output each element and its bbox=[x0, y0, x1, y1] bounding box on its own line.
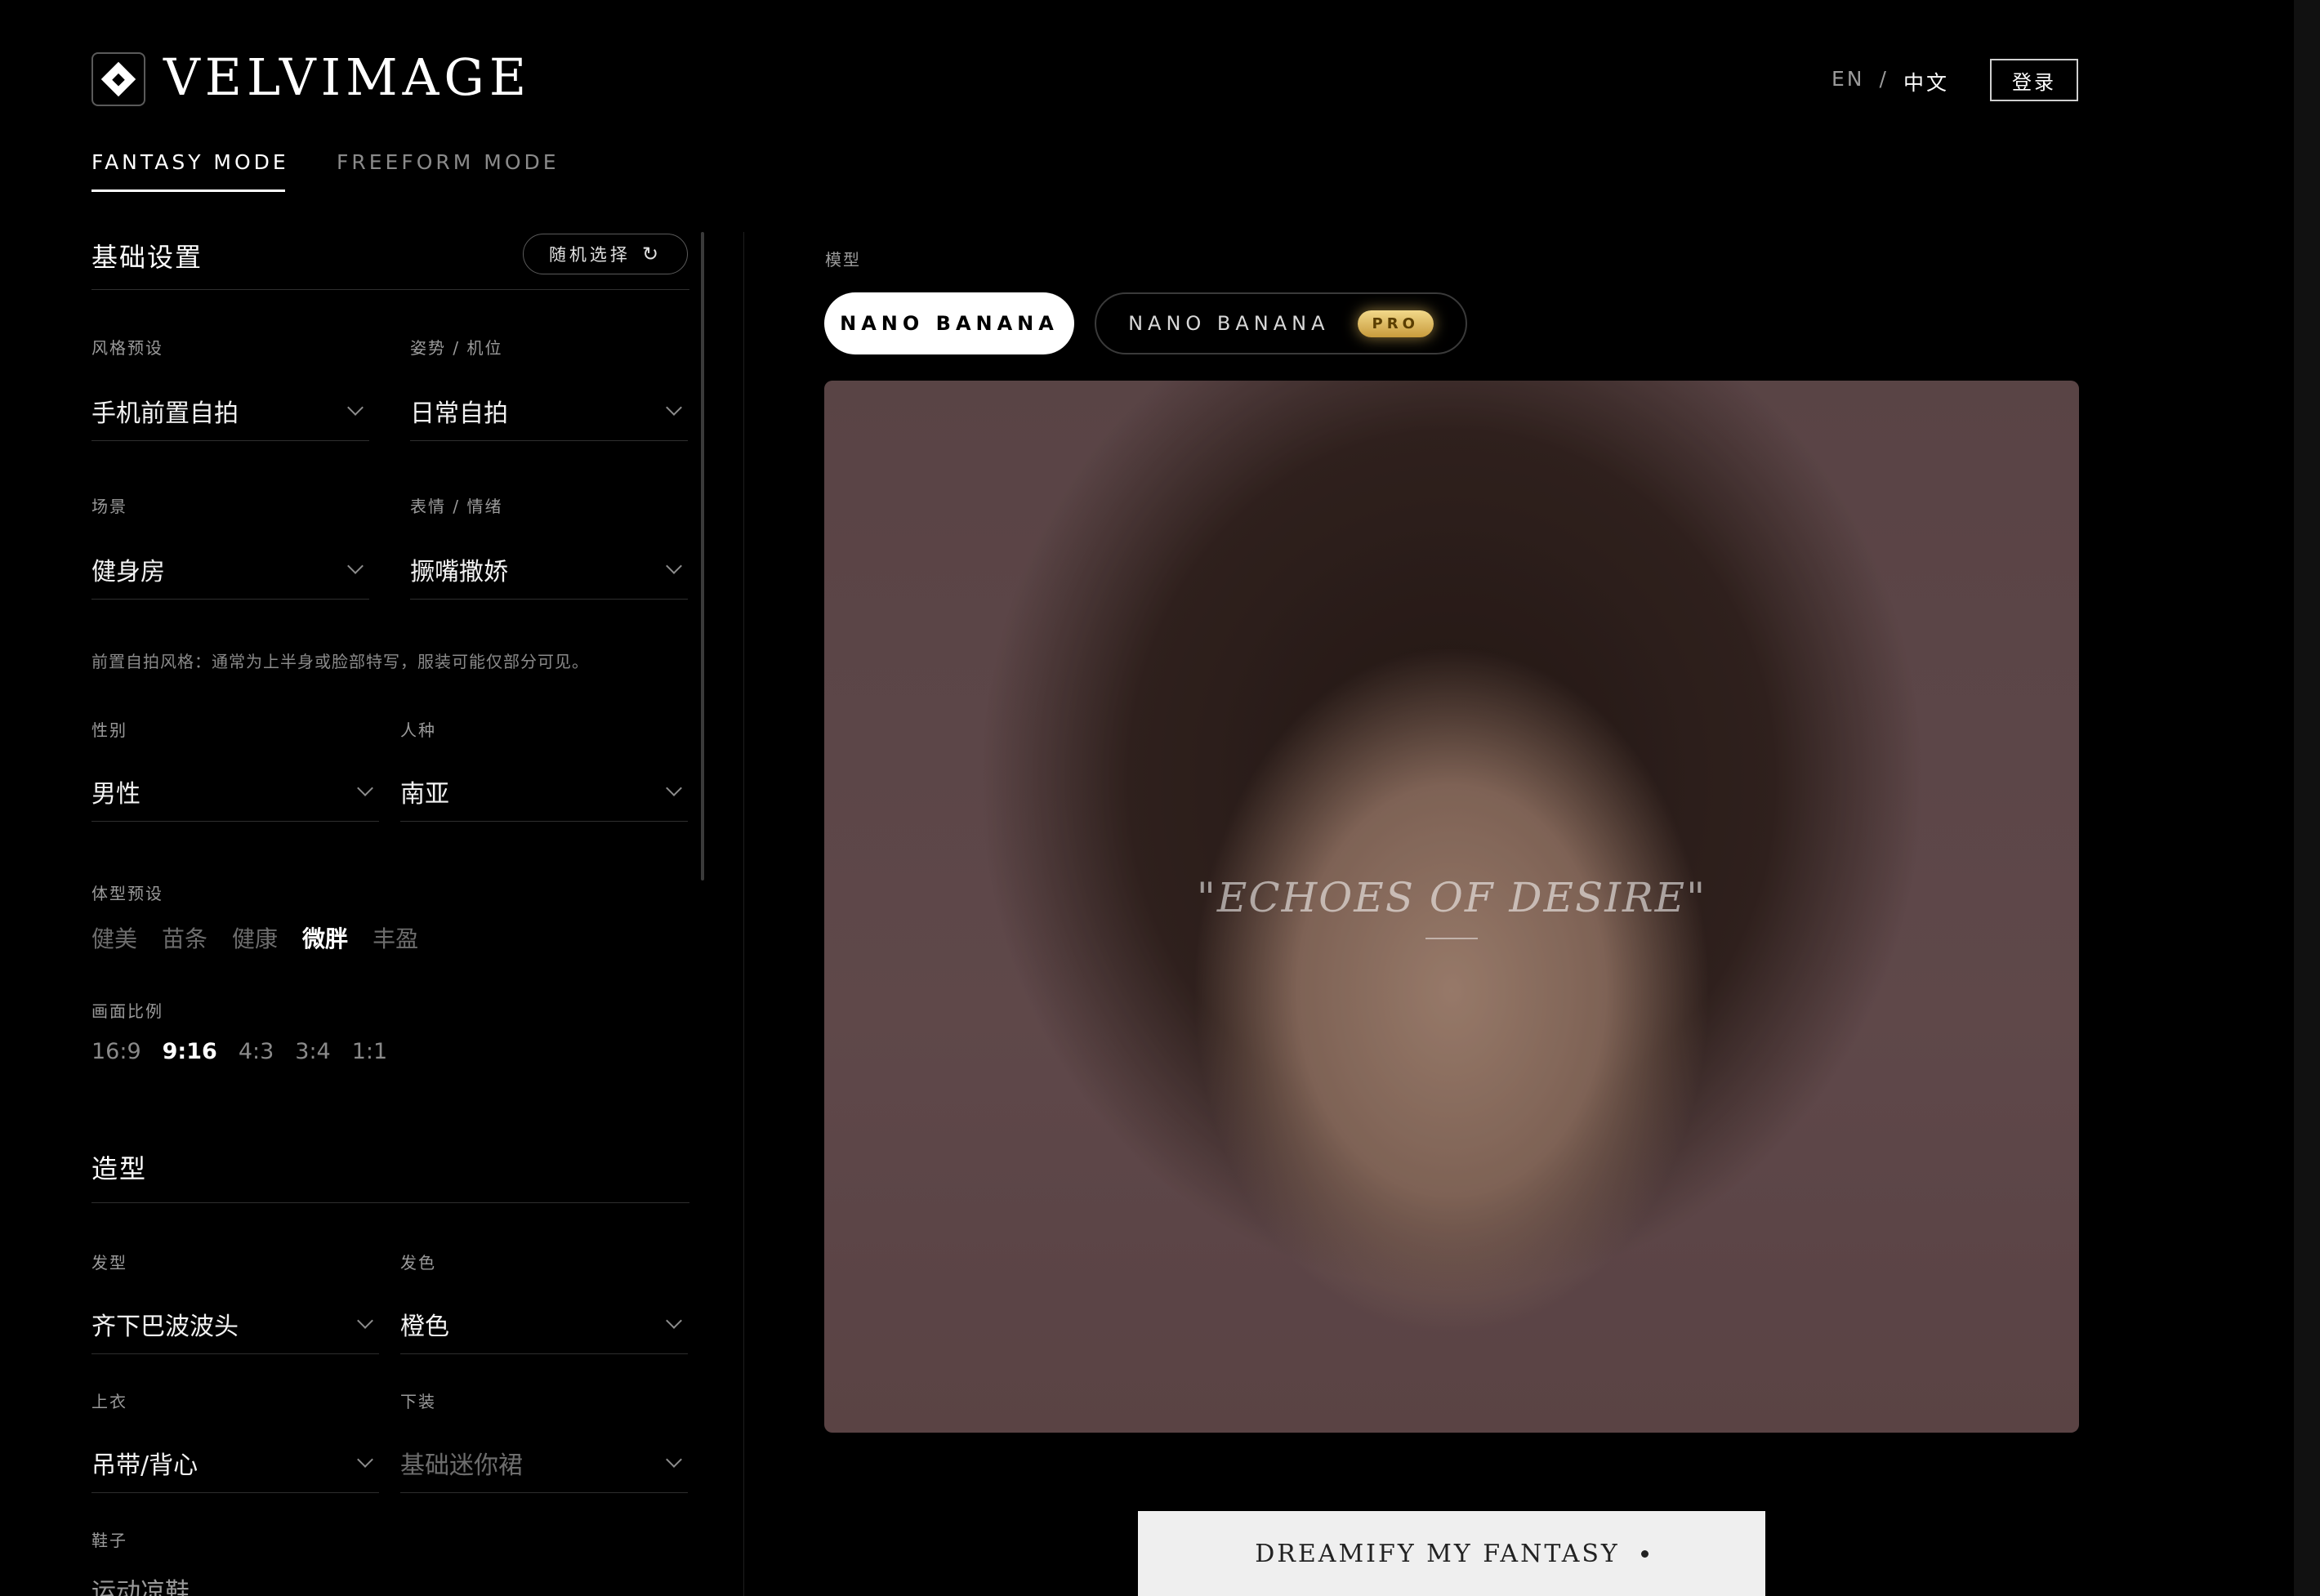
lang-zh-link[interactable]: 中文 bbox=[1903, 67, 1949, 96]
refresh-icon: ↻ bbox=[641, 243, 663, 265]
body-option-chubby[interactable]: 微胖 bbox=[302, 921, 348, 954]
ratio-option-9-16[interactable]: 9:16 bbox=[163, 1039, 217, 1064]
lang-en-link[interactable]: EN bbox=[1831, 67, 1865, 96]
chevron-down-icon bbox=[666, 557, 682, 574]
chevron-down-icon bbox=[357, 779, 373, 796]
body-option-fit[interactable]: 健美 bbox=[91, 921, 137, 954]
tab-fantasy-label: FANTASY MODE bbox=[91, 150, 289, 174]
tab-fantasy-mode[interactable]: FANTASY MODE bbox=[91, 150, 289, 174]
top-label: 上衣 bbox=[91, 1392, 127, 1411]
chevron-down-icon bbox=[357, 1451, 373, 1468]
bottom-value: 基础迷你裙 bbox=[400, 1451, 523, 1480]
random-select-label: 随机选择 bbox=[548, 245, 631, 265]
model-label: 模型 bbox=[825, 250, 861, 270]
gender-select[interactable]: 男性 bbox=[91, 761, 379, 822]
ratio-option-16-9[interactable]: 16:9 bbox=[91, 1039, 141, 1064]
chevron-down-icon bbox=[666, 1312, 682, 1329]
body-option-healthy[interactable]: 健康 bbox=[232, 921, 278, 954]
language-switcher: EN / 中文 bbox=[1831, 67, 1949, 96]
style-preset-select[interactable]: 手机前置自拍 bbox=[91, 381, 369, 441]
top-value: 吊带/背心 bbox=[91, 1451, 199, 1480]
tab-active-underline bbox=[91, 189, 285, 192]
body-option-curvy[interactable]: 丰盈 bbox=[373, 921, 418, 954]
shoes-label: 鞋子 bbox=[91, 1531, 127, 1550]
pose-label: 姿势 / 机位 bbox=[410, 338, 503, 358]
chevron-down-icon bbox=[347, 399, 364, 416]
ratio-option-4-3[interactable]: 4:3 bbox=[239, 1039, 274, 1064]
tab-freeform-mode[interactable]: FREEFORM MODE bbox=[337, 150, 560, 174]
model-option-nano-banana-pro[interactable]: NANO BANANA PRO bbox=[1095, 292, 1467, 354]
login-label: 登录 bbox=[2012, 70, 2056, 94]
tab-freeform-label: FREEFORM MODE bbox=[337, 150, 560, 174]
chevron-down-icon bbox=[666, 1451, 682, 1468]
bottom-select[interactable]: 基础迷你裙 bbox=[400, 1433, 688, 1493]
dreamify-label: DREAMIFY MY FANTASY bbox=[1255, 1539, 1620, 1568]
settings-panel: 基础设置 随机选择 ↻ 风格预设 手机前置自拍 姿势 / 机位 日常自拍 场景 … bbox=[91, 230, 689, 1596]
ethnicity-value: 南亚 bbox=[400, 779, 449, 809]
shoes-value[interactable]: 运动凉鞋 bbox=[91, 1571, 190, 1596]
login-button[interactable]: 登录 bbox=[1990, 59, 2078, 101]
scene-select[interactable]: 健身房 bbox=[91, 539, 369, 600]
aspect-ratio-options: 16:9 9:16 4:3 3:4 1:1 bbox=[91, 1039, 412, 1064]
model-option-2-label: NANO BANANA bbox=[1128, 312, 1330, 335]
preview-caption: "ECHOES OF DESIRE" bbox=[1196, 874, 1707, 921]
ratio-option-1-1[interactable]: 1:1 bbox=[352, 1039, 387, 1064]
mood-select[interactable]: 撅嘴撒娇 bbox=[410, 539, 688, 600]
aspect-ratio-label: 画面比例 bbox=[91, 1001, 163, 1021]
mood-value: 撅嘴撒娇 bbox=[410, 557, 508, 586]
panel-scrollbar[interactable] bbox=[701, 232, 704, 880]
random-select-button[interactable]: 随机选择 ↻ bbox=[523, 234, 688, 274]
style-hint-text: 前置自拍风格：通常为上半身或脸部特写，服装可能仅部分可见。 bbox=[91, 652, 589, 671]
body-preset-options: 健美 苗条 健康 微胖 丰盈 bbox=[91, 921, 443, 954]
mood-label: 表情 / 情绪 bbox=[410, 497, 503, 516]
ratio-option-3-4[interactable]: 3:4 bbox=[295, 1039, 330, 1064]
divider bbox=[91, 289, 689, 290]
scene-label: 场景 bbox=[91, 497, 127, 516]
chevron-down-icon bbox=[666, 779, 682, 796]
caption-underline bbox=[1425, 938, 1478, 939]
pose-select[interactable]: 日常自拍 bbox=[410, 381, 688, 441]
hairstyle-label: 发型 bbox=[91, 1253, 127, 1273]
column-divider bbox=[743, 232, 744, 1596]
basic-settings-title: 基础设置 bbox=[91, 242, 203, 273]
pro-badge: PRO bbox=[1357, 310, 1434, 337]
hair-color-select[interactable]: 橙色 bbox=[400, 1294, 688, 1354]
bottom-label: 下装 bbox=[400, 1392, 436, 1411]
chevron-down-icon bbox=[357, 1312, 373, 1329]
chevron-down-icon bbox=[666, 399, 682, 416]
hairstyle-value: 齐下巴波波头 bbox=[91, 1312, 239, 1341]
divider bbox=[91, 1202, 689, 1203]
scene-value: 健身房 bbox=[91, 557, 165, 586]
hair-color-label: 发色 bbox=[400, 1253, 436, 1273]
style-preset-label: 风格预设 bbox=[91, 338, 163, 358]
dot-icon bbox=[1640, 1549, 1649, 1558]
body-preset-label: 体型预设 bbox=[91, 884, 163, 903]
diamond-logo-icon bbox=[100, 61, 136, 97]
brand-name: VELVIMAGE bbox=[163, 47, 532, 107]
ethnicity-select[interactable]: 南亚 bbox=[400, 761, 688, 822]
window-edge bbox=[2294, 0, 2320, 1596]
gender-label: 性别 bbox=[91, 720, 127, 740]
styling-title: 造型 bbox=[91, 1153, 148, 1184]
hairstyle-select[interactable]: 齐下巴波波头 bbox=[91, 1294, 379, 1354]
dreamify-button[interactable]: DREAMIFY MY FANTASY bbox=[1138, 1511, 1765, 1596]
model-option-1-label: NANO BANANA bbox=[840, 312, 1059, 335]
top-select[interactable]: 吊带/背心 bbox=[91, 1433, 379, 1493]
style-preset-value: 手机前置自拍 bbox=[91, 399, 239, 428]
logo[interactable] bbox=[91, 52, 145, 106]
ethnicity-label: 人种 bbox=[400, 720, 436, 740]
pose-value: 日常自拍 bbox=[410, 399, 508, 428]
lang-separator: / bbox=[1879, 67, 1889, 91]
chevron-down-icon bbox=[347, 557, 364, 574]
gender-value: 男性 bbox=[91, 779, 141, 809]
body-option-slim[interactable]: 苗条 bbox=[162, 921, 207, 954]
hair-color-value: 橙色 bbox=[400, 1312, 449, 1341]
preview-image: "ECHOES OF DESIRE" bbox=[824, 381, 2079, 1433]
model-option-nano-banana[interactable]: NANO BANANA bbox=[824, 292, 1074, 354]
